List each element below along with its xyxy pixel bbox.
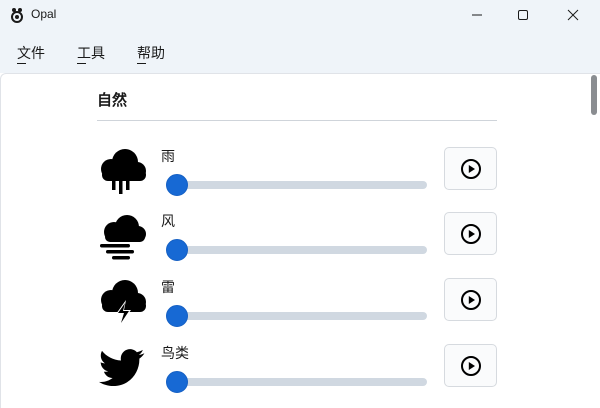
section-divider [97, 120, 497, 121]
minimize-icon [472, 14, 482, 16]
maximize-button[interactable] [500, 0, 546, 30]
thunder-cloud-icon [101, 280, 146, 326]
volume-slider[interactable] [166, 239, 427, 261]
sound-row-birds: 鸟类 [1, 344, 591, 404]
menu-bar: 文件 工具 帮助 [0, 30, 600, 73]
window-title: Opal [31, 7, 57, 21]
volume-slider[interactable] [166, 305, 427, 327]
menu-help-accelerator [137, 63, 146, 64]
content-panel: 自然 雨 风 雷 鸟类 [0, 73, 600, 408]
title-bar: Opal [0, 0, 600, 30]
sound-label: 雨 [161, 149, 175, 165]
play-button[interactable] [444, 147, 497, 190]
menu-help[interactable]: 帮助 [137, 43, 165, 64]
menu-help-label: 帮助 [137, 46, 165, 62]
menu-file[interactable]: 文件 [17, 43, 45, 64]
menu-tools[interactable]: 工具 [77, 43, 105, 64]
close-button[interactable] [550, 0, 596, 30]
play-circle-icon [460, 158, 481, 179]
play-button[interactable] [444, 278, 497, 321]
volume-slider[interactable] [166, 371, 427, 393]
menu-tools-accelerator [77, 63, 86, 64]
menu-file-accelerator [17, 63, 26, 64]
close-icon [567, 9, 579, 21]
volume-slider-thumb[interactable] [166, 305, 189, 327]
volume-slider-thumb[interactable] [166, 239, 189, 261]
sound-label: 雷 [161, 280, 175, 296]
opal-app-icon [11, 8, 23, 23]
play-circle-icon [460, 289, 481, 310]
volume-slider-thumb[interactable] [166, 174, 189, 196]
bird-icon [98, 349, 145, 387]
wind-cloud-icon [100, 215, 146, 260]
play-button[interactable] [444, 212, 497, 255]
sound-row-thunder: 雷 [1, 278, 591, 338]
rain-cloud-icon [101, 149, 146, 194]
section-title: 自然 [97, 91, 128, 109]
sound-row-wind: 风 [1, 212, 591, 272]
vertical-scrollbar[interactable] [588, 74, 600, 408]
sound-label: 风 [161, 214, 175, 230]
minimize-button[interactable] [454, 0, 500, 30]
maximize-icon [518, 10, 528, 20]
sound-row-rain: 雨 [1, 147, 591, 207]
volume-slider[interactable] [166, 174, 427, 196]
menu-file-label: 文件 [17, 46, 45, 62]
sound-label: 鸟类 [161, 346, 189, 362]
play-button[interactable] [444, 344, 497, 387]
play-circle-icon [460, 355, 481, 376]
menu-tools-label: 工具 [77, 46, 105, 62]
scrollbar-thumb[interactable] [591, 75, 597, 115]
volume-slider-thumb[interactable] [166, 371, 189, 393]
play-circle-icon [460, 223, 481, 244]
